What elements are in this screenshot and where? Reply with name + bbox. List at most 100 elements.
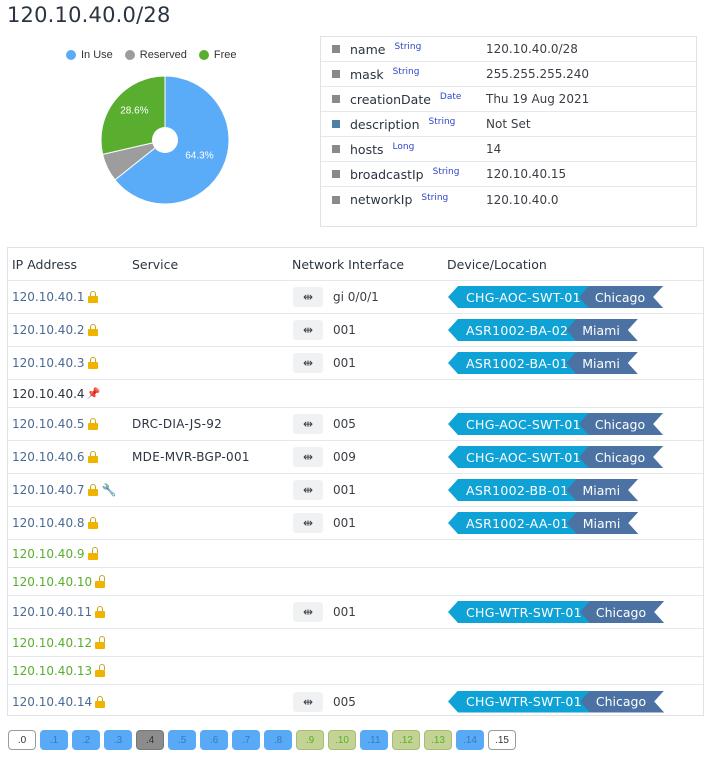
ip-address-link[interactable]: 120.10.40.4: [12, 387, 85, 401]
property-type: String: [392, 67, 420, 77]
table-row[interactable]: 120.10.40.11 ⇹ 001 CHG-WTR-SWT-01 Chicag…: [8, 596, 703, 629]
property-row-name: name String 120.10.40.0/28: [321, 37, 696, 62]
property-value: 120.10.40.0: [486, 192, 559, 207]
pie-data-label: 28.6%: [120, 105, 148, 116]
ip-chip-free[interactable]: .9: [296, 730, 324, 750]
ip-address-link[interactable]: 120.10.40.13: [12, 664, 92, 678]
unlink-interface-button[interactable]: ⇹: [293, 602, 323, 622]
ip-address-link[interactable]: 120.10.40.10: [12, 575, 92, 589]
table-row[interactable]: 120.10.40.8 ⇹ 001 ASR1002-AA-01 Miami: [8, 507, 703, 540]
ip-chip-inuse[interactable]: .11: [360, 730, 388, 750]
ip-chip-inuse[interactable]: .1: [40, 730, 68, 750]
unlink-interface-button[interactable]: ⇹: [293, 414, 323, 434]
location-tag[interactable]: Chicago: [579, 286, 663, 308]
location-tag[interactable]: Miami: [566, 319, 638, 341]
ip-chip-free[interactable]: .12: [392, 730, 420, 750]
unlink-interface-button[interactable]: ⇹: [293, 287, 323, 307]
ip-chip-inuse[interactable]: .2: [72, 730, 100, 750]
device-tag[interactable]: ASR1002-BB-01: [448, 479, 577, 501]
column-header-service[interactable]: Service: [132, 257, 178, 272]
table-row[interactable]: 120.10.40.10: [8, 568, 703, 596]
unlink-interface-button[interactable]: ⇹: [293, 480, 323, 500]
table-row[interactable]: 120.10.40.3 ⇹ 001 ASR1002-BA-01 Miami: [8, 347, 703, 380]
table-row[interactable]: 120.10.40.9: [8, 540, 703, 568]
table-row[interactable]: 120.10.40.7 🔧 ⇹ 001 ASR1002-BB-01 Miami: [8, 474, 703, 507]
ip-chip-inuse[interactable]: .6: [200, 730, 228, 750]
ip-address-link[interactable]: 120.10.40.14: [12, 695, 92, 709]
ip-address-link[interactable]: 120.10.40.9: [12, 547, 85, 561]
interface-name: 001: [333, 356, 356, 370]
ip-chip-inuse[interactable]: .7: [232, 730, 260, 750]
table-row[interactable]: 120.10.40.2 ⇹ 001 ASR1002-BA-02 Miami: [8, 314, 703, 347]
ip-map-chips: .0.1.2.3.4.5.6.7.8.9.10.11.12.13.14.15: [8, 730, 516, 750]
unlink-interface-button[interactable]: ⇹: [293, 447, 323, 467]
link-break-icon: ⇹: [302, 290, 314, 304]
location-tag[interactable]: Chicago: [579, 446, 663, 468]
device-tag[interactable]: CHG-AOC-SWT-01: [448, 286, 589, 308]
table-row[interactable]: 120.10.40.12: [8, 629, 703, 657]
legend-item-reserved[interactable]: Reserved: [124, 49, 187, 61]
lock-icon: [87, 324, 98, 336]
ip-chip-empty[interactable]: .0: [8, 730, 36, 750]
lock-icon: [87, 418, 98, 430]
ip-chip-free[interactable]: .13: [424, 730, 452, 750]
interface-name: 001: [333, 516, 356, 530]
table-row[interactable]: 120.10.40.1 ⇹ gi 0/0/1 CHG-AOC-SWT-01 Ch…: [8, 281, 703, 314]
device-tag[interactable]: ASR1002-BA-01: [448, 352, 577, 374]
ip-chip-empty[interactable]: .15: [488, 730, 516, 750]
ip-address-link[interactable]: 120.10.40.2: [12, 323, 85, 337]
ip-chip-free[interactable]: .10: [328, 730, 356, 750]
legend-swatch: [66, 50, 76, 60]
table-row[interactable]: 120.10.40.14 ⇹ 005 CHG-WTR-SWT-01 Chicag…: [8, 685, 703, 718]
location-tag[interactable]: Chicago: [579, 413, 663, 435]
ip-address-link[interactable]: 120.10.40.5: [12, 417, 85, 431]
ip-address-link[interactable]: 120.10.40.11: [12, 605, 92, 619]
location-tag[interactable]: Miami: [567, 512, 639, 534]
location-tag[interactable]: Miami: [567, 479, 639, 501]
column-header-interface[interactable]: Network Interface: [292, 257, 404, 272]
ip-address-link[interactable]: 120.10.40.8: [12, 516, 85, 530]
device-location-cell: ASR1002-BA-01 Miami: [448, 352, 638, 374]
device-tag[interactable]: CHG-AOC-SWT-01: [448, 413, 589, 435]
unlink-interface-button[interactable]: ⇹: [293, 320, 323, 340]
location-tag[interactable]: Miami: [566, 352, 638, 374]
ip-chip-inuse[interactable]: .5: [168, 730, 196, 750]
ip-chip-inuse[interactable]: .8: [264, 730, 292, 750]
table-row[interactable]: 120.10.40.5 DRC-DIA-JS-92 ⇹ 005 CHG-AOC-…: [8, 408, 703, 441]
ip-cell: 120.10.40.13: [12, 663, 106, 678]
ip-address-link[interactable]: 120.10.40.12: [12, 636, 92, 650]
property-marker-icon: [332, 120, 340, 128]
interface-name: 005: [333, 417, 356, 431]
location-tag[interactable]: Chicago: [580, 691, 664, 713]
ip-address-link[interactable]: 120.10.40.6: [12, 450, 85, 464]
ip-address-link[interactable]: 120.10.40.7: [12, 483, 85, 497]
ip-chip-reserved[interactable]: .4: [136, 730, 164, 750]
table-row[interactable]: 120.10.40.4 📌: [8, 380, 703, 408]
property-key: name: [350, 41, 386, 57]
legend-item-in-use[interactable]: In Use: [66, 49, 113, 61]
ip-address-link[interactable]: 120.10.40.1: [12, 290, 85, 304]
lock-icon: [87, 291, 98, 303]
unlink-interface-button[interactable]: ⇹: [293, 691, 323, 712]
property-type: Date: [439, 92, 462, 102]
unlock-icon: [95, 663, 106, 677]
table-row[interactable]: 120.10.40.13: [8, 657, 703, 685]
property-key: creationDate: [350, 91, 431, 107]
device-tag[interactable]: CHG-WTR-SWT-01: [448, 601, 590, 623]
device-tag[interactable]: CHG-WTR-SWT-01: [448, 690, 590, 713]
link-break-icon: ⇹: [302, 450, 314, 464]
location-tag[interactable]: Chicago: [580, 601, 664, 623]
ip-chip-inuse[interactable]: .3: [104, 730, 132, 750]
unlink-interface-button[interactable]: ⇹: [293, 513, 323, 533]
table-row[interactable]: 120.10.40.6 MDE-MVR-BGP-001 ⇹ 009 CHG-AO…: [8, 441, 703, 474]
device-tag[interactable]: CHG-AOC-SWT-01: [448, 446, 589, 468]
device-tag[interactable]: ASR1002-AA-01: [448, 512, 577, 534]
ip-chip-inuse[interactable]: .14: [456, 730, 484, 750]
column-header-ip[interactable]: IP Address: [12, 257, 77, 272]
device-tag[interactable]: ASR1002-BA-02: [448, 319, 577, 341]
property-row-hosts: hosts Long 14: [321, 137, 696, 162]
column-header-device[interactable]: Device/Location: [447, 257, 547, 272]
unlink-interface-button[interactable]: ⇹: [293, 353, 323, 373]
ip-address-link[interactable]: 120.10.40.3: [12, 356, 85, 370]
legend-item-free[interactable]: Free: [198, 49, 237, 61]
